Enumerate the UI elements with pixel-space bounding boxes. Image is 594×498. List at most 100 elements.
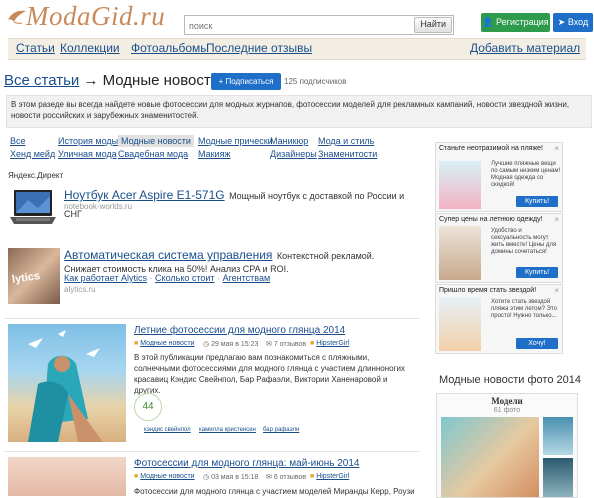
article-reviews: ✉ 6 отзывов [266,473,306,481]
article-author-link[interactable]: HipsterGirl [316,473,349,480]
article-date: ◷ 29 мая в 15:23 [203,340,258,348]
gallery-thumb[interactable] [543,417,573,455]
add-material-link[interactable]: Добавить материал [470,41,580,55]
clock-icon: ◷ [203,474,210,481]
article-thumbnail[interactable] [8,457,126,496]
article-excerpt: Фотосессии для модного глянца с участием… [134,487,415,496]
ad-laptop-title[interactable]: Ноутбук Acer Aspire E1-571G [64,188,225,202]
sidebar-ad-image [439,297,481,351]
ad-link-price[interactable]: Сколько стоит [155,273,215,283]
ad-link-agencies[interactable]: Агентствам [223,273,271,283]
sidebar-ad-heading: Пришло время стать звездой! [439,287,537,294]
category-wedding-fashion[interactable]: Свадебная мода [118,149,188,159]
sidebar-ad-heading: Станьте неотразимой на пляже! [439,145,543,152]
login-button[interactable]: ➤ Вход [553,13,593,32]
sidebar-ad-image [439,226,481,280]
sidebar-ad-buy-button[interactable]: Купить! [516,267,558,278]
tag-link[interactable]: камилла кристенсен [199,427,256,433]
nav-item-photoalbums[interactable]: Фотоальбомы [131,41,209,55]
section-intro: В этом разеде вы всегда найдете новые фо… [6,95,592,128]
category-street-fashion[interactable]: Уличная мода [58,149,117,159]
article-title[interactable]: Летние фотосессии для модного глянца 201… [134,325,345,336]
sidebar-ad[interactable]: × Станьте неотразимой на пляже! Лучшие п… [435,142,563,212]
article-reviews: ✉ 7 отзывов [266,340,306,348]
article-title[interactable]: Фотосессии для модного глянца: май-июнь … [134,458,360,469]
category-makeup[interactable]: Макияж [198,149,230,159]
tag-link[interactable]: кэндис свейнпол [144,427,191,433]
search-button[interactable]: Найти [414,17,452,33]
subscribe-label: Подписаться [225,77,274,86]
article-category-link[interactable]: Модные новости [140,473,194,480]
site-logo[interactable]: ModaGid.ru [6,1,176,34]
close-icon[interactable]: × [554,144,559,153]
category-fashion-style[interactable]: Мода и стиль [318,136,374,146]
beach-model-image [28,330,103,442]
ad-laptop-domain: notebook-worlds.ru [64,202,133,211]
article-date-text: 29 мая в 15:23 [211,341,259,348]
category-all[interactable]: Все [10,136,26,146]
category-manicure[interactable]: Маникюр [270,136,308,146]
folder-icon: ■ [134,473,139,480]
close-icon[interactable]: × [554,286,559,295]
laptop-ad-image[interactable] [8,186,58,230]
article-category-link[interactable]: Модные новости [140,340,194,347]
login-label: Вход [567,17,589,27]
subscribe-button[interactable]: + Подписаться [211,73,281,90]
tag-link[interactable]: бар рафаэли [263,427,299,433]
nav-item-latest-reviews[interactable]: Последние отзывы [206,41,312,55]
like-counter[interactable]: 44 [134,393,162,421]
category-fashion-history[interactable]: История моды [58,136,118,146]
search-input[interactable] [185,18,417,34]
plus-icon: + [218,77,224,86]
nav-item-collections[interactable]: Коллекции [60,41,120,55]
article-meta: ■ Модные новости [134,473,195,480]
article-author: ■ HipsterGirl [310,473,349,480]
divider [4,318,420,319]
sidebar-ad-want-button[interactable]: Хочу! [516,338,558,349]
folder-icon: ■ [134,340,139,347]
sidebar-ad-buy-button[interactable]: Купить! [516,196,558,207]
all-articles-link[interactable]: Все статьи [4,72,79,89]
category-hairstyles[interactable]: Модные прически [198,136,273,146]
ad-alytics-domain: alytics.ru [64,285,96,294]
search-box: Найти [184,15,454,35]
category-designers[interactable]: Дизайнеры [270,149,317,159]
article-date-text: 03 мая в 15:18 [211,474,259,481]
register-button[interactable]: 👤 Регистрация [481,13,550,32]
like-count: 44 [142,401,154,412]
article-thumbnail[interactable] [8,324,126,442]
gallery-thumb[interactable] [543,458,573,497]
yandex-direct-label: Яндекс.Директ [8,171,64,180]
bird-logo-icon [8,10,26,24]
sidebar-ad[interactable]: × Супер цены на летнюю одежду! Удобство … [435,213,563,283]
gallery-album[interactable]: Модели 61 фото [436,393,578,498]
ad-alytics-links: Как работает Alytics · Сколько стоит · А… [64,273,271,283]
user-icon: ■ [310,473,315,480]
sidebar-ad-text: Удобство и сексуальность могут жить вмес… [491,228,557,255]
divider [4,451,420,452]
gallery-main-photo[interactable] [441,417,539,497]
nav-item-articles[interactable]: Статьи [16,41,55,55]
clock-icon: ◷ [203,341,210,348]
category-fashion-news[interactable]: Модные новости [118,135,194,147]
sidebar-ad-image [439,161,481,209]
article-excerpt: В этой публикации предлагаю вам познаком… [134,353,405,395]
sidebar-ad[interactable]: × Пришло время стать звездой! Хотите ста… [435,284,563,354]
album-count: 61 фото [493,407,521,414]
alytics-image-text: lytics [11,270,41,286]
album-title: Модели [491,396,523,406]
ad-link-how-it-works[interactable]: Как работает Alytics [64,273,147,283]
register-label: Регистрация [496,17,549,27]
article-date: ◷ 03 мая в 15:18 [203,473,258,481]
user-plus-icon: 👤 [482,17,494,27]
alytics-ad-image[interactable]: lytics [8,248,60,304]
article-meta: ■ Модные новости [134,340,195,347]
article-author-link[interactable]: HipsterGirl [316,340,349,347]
category-celebrities[interactable]: Знаменитости [318,149,377,159]
sidebar-ad-text: Лучшие пляжные вещи по самым низким цена… [491,161,561,188]
category-handmade[interactable]: Хенд мейд [10,149,55,159]
gallery-title: Модные новости фото 2014 [439,374,581,386]
close-icon[interactable]: × [554,215,559,224]
ad-alytics-title[interactable]: Автоматическая система управления [64,248,272,262]
logo-text: ModaGid.ru [26,1,166,31]
